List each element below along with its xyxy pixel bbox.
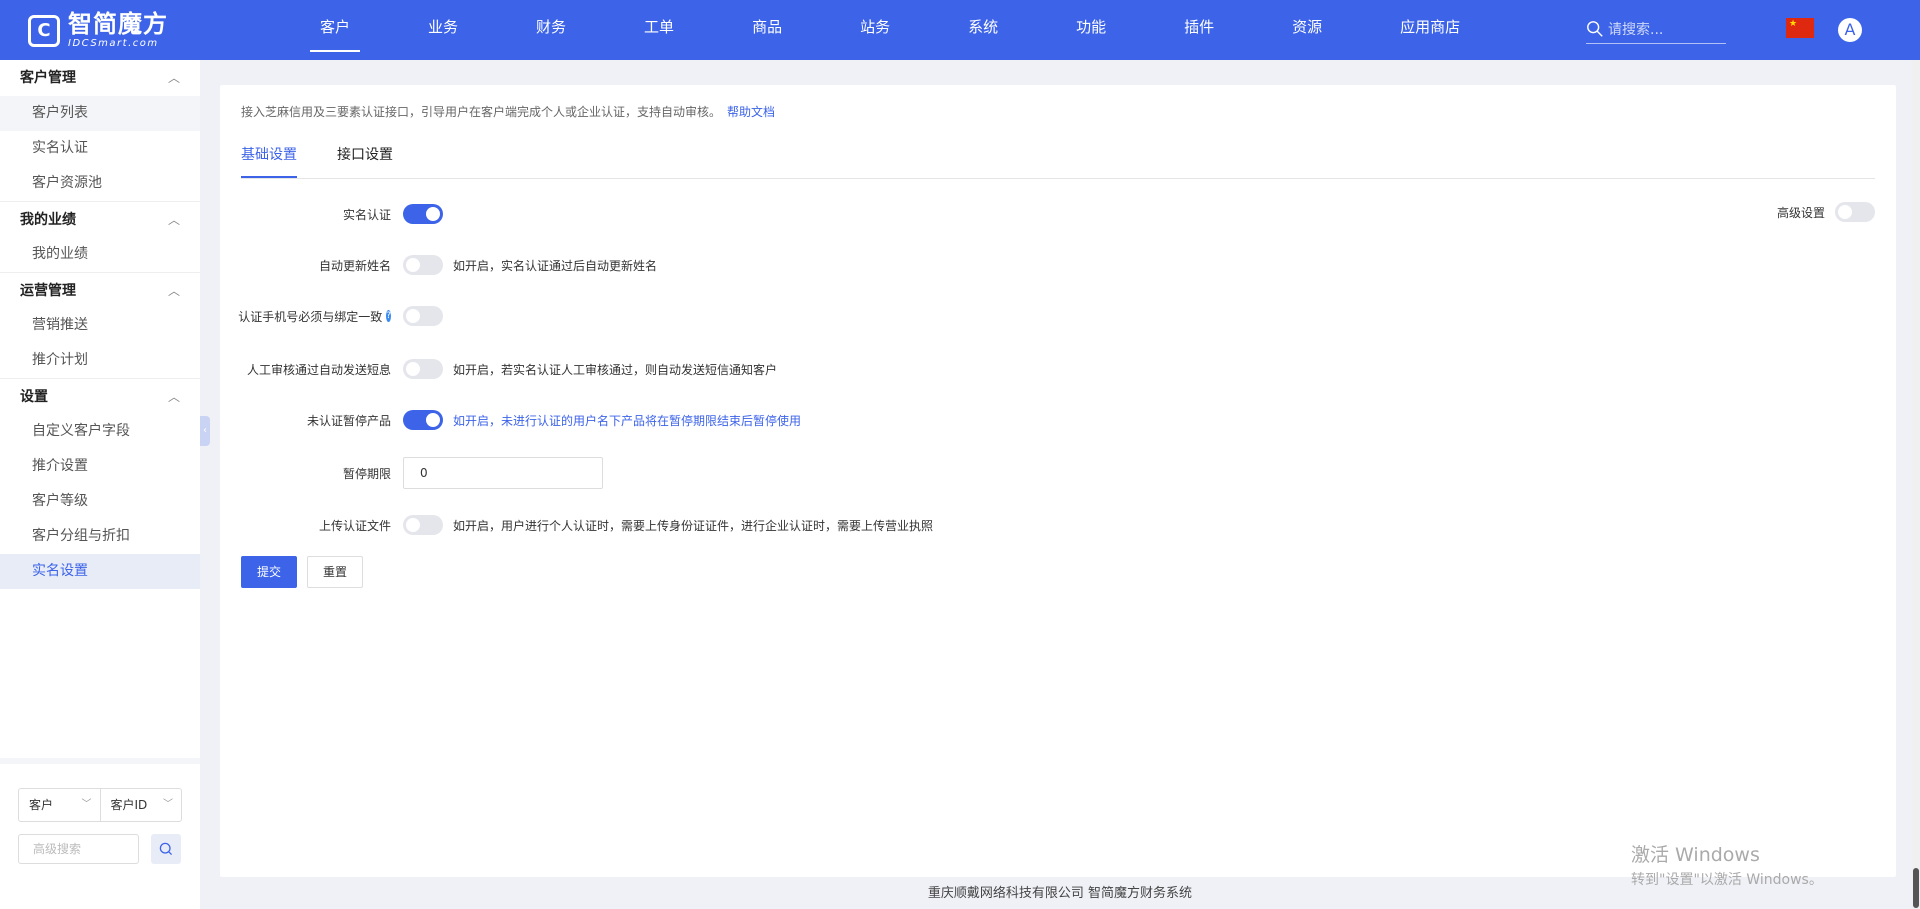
chevron-down-icon: ﹀ — [163, 799, 173, 810]
nav-item-function[interactable]: 功能 — [1066, 0, 1116, 60]
sidebar-item-real-name-settings[interactable]: 实名设置 — [0, 554, 200, 589]
logo-en-text: IDCSmart.com — [68, 38, 159, 49]
intro-text: 接入芝麻信用及三要素认证接口，引导用户在客户端完成个人或企业认证，支持自动审核。… — [241, 105, 776, 119]
chevron-up-icon: ︿ — [167, 71, 180, 85]
advanced-settings-label: 高级设置 — [1776, 205, 1825, 220]
avatar[interactable]: A — [1838, 18, 1862, 42]
row-suspend-product: 未认证暂停产品 如开启，未进行认证的用户名下产品将在暂停期限结束后暂停使用 — [241, 408, 801, 432]
reset-button[interactable]: 重置 — [307, 556, 363, 588]
sidebar-group-performance[interactable]: 我的业绩 ︿ — [0, 201, 200, 237]
help-question-icon[interactable]: ? — [386, 310, 391, 322]
auto-update-hint: 如开启，实名认证通过后自动更新姓名 — [453, 258, 658, 273]
sidebar-item-customer-level[interactable]: 客户等级 — [0, 484, 200, 519]
nav-item-business[interactable]: 业务 — [418, 0, 468, 60]
search-field-select[interactable]: 客户ID ﹀ — [99, 789, 182, 821]
main-nav: 客户 业务 财务 工单 商品 站务 系统 功能 插件 资源 应用商店 — [310, 0, 1528, 60]
sidebar-item-custom-fields[interactable]: 自定义客户字段 — [0, 414, 200, 449]
sidebar: 客户管理 ︿ 客户列表 实名认证 客户资源池 我的业绩 ︿ 我的业绩 运营管理 ︿ 营… — [0, 60, 200, 909]
search-select-row: 客户 ﹀ 客户ID ﹀ — [18, 788, 182, 822]
sidebar-item-group-discount[interactable]: 客户分组与折扣 — [0, 519, 200, 554]
sidebar-item-my-performance[interactable]: 我的业绩 — [0, 237, 200, 272]
sidebar-search-panel: 客户 ﹀ 客户ID ﹀ 高级搜索 — [0, 758, 200, 909]
advanced-settings: 高级设置 — [1777, 202, 1875, 222]
row-sms-notify: 人工审核通过自动发送短息 如开启，若实名认证人工审核通过，则自动发送短信通知客户 — [241, 357, 777, 381]
row-suspend-period: 暂停期限 0 — [241, 457, 603, 489]
tab-interface-settings[interactable]: 接口设置 — [337, 145, 393, 178]
upload-label: 上传认证文件 — [318, 518, 391, 533]
windows-activation-watermark: 激活 Windows 转到"设置"以激活 Windows。 — [1631, 844, 1823, 888]
sidebar-item-marketing-push[interactable]: 营销推送 — [0, 308, 200, 343]
logo-cn-text: 智简魔方 — [68, 10, 168, 38]
sidebar-item-referral-plan[interactable]: 推介计划 — [0, 343, 200, 378]
chevron-up-icon: ︿ — [167, 213, 180, 227]
nav-item-system[interactable]: 系统 — [958, 0, 1008, 60]
nav-item-customer[interactable]: 客户 — [310, 0, 361, 60]
sidebar-item-real-name-auth[interactable]: 实名认证 — [0, 131, 200, 166]
sidebar-item-customer-list[interactable]: 客户列表 — [0, 96, 200, 131]
suspend-period-input[interactable]: 0 — [403, 457, 603, 489]
nav-item-app-store[interactable]: 应用商店 — [1390, 0, 1470, 60]
nav-item-goods[interactable]: 商品 — [742, 0, 792, 60]
sidebar-group-settings[interactable]: 设置 ︿ — [0, 378, 200, 414]
sidebar-item-customer-pool[interactable]: 客户资源池 — [0, 166, 200, 201]
advanced-search-button[interactable] — [151, 834, 181, 864]
top-navbar: C 智简魔方 IDCSmart.com 客户 业务 财务 工单 商品 站务 系统… — [0, 0, 1920, 60]
suspend-label: 未认证暂停产品 — [306, 413, 391, 428]
submit-button[interactable]: 提交 — [241, 556, 297, 588]
nav-item-resource[interactable]: 资源 — [1282, 0, 1332, 60]
sms-hint: 如开启，若实名认证人工审核通过，则自动发送短信通知客户 — [453, 362, 778, 377]
phone-match-label: 认证手机号必须与绑定一致? — [238, 309, 391, 324]
row-real-name: 实名认证 — [241, 202, 453, 226]
page-scrollbar[interactable] — [1912, 60, 1920, 909]
logo[interactable]: C 智简魔方 IDCSmart.com — [28, 12, 168, 49]
sidebar-item-referral-settings[interactable]: 推介设置 — [0, 449, 200, 484]
suspend-hint: 如开启，未进行认证的用户名下产品将在暂停期限结束后暂停使用 — [453, 413, 802, 428]
china-flag-icon[interactable]: ★ — [1786, 18, 1814, 38]
search-type-select[interactable]: 客户 ﹀ — [19, 789, 100, 821]
upload-hint: 如开启，用户进行个人认证时，需要上传身份证证件，进行企业认证时，需要上传营业执照 — [453, 518, 934, 533]
chevron-up-icon: ︿ — [167, 284, 180, 298]
auto-update-toggle[interactable] — [403, 255, 443, 275]
chevron-up-icon: ︿ — [167, 390, 180, 404]
nav-item-site[interactable]: 站务 — [850, 0, 900, 60]
sms-toggle[interactable] — [403, 359, 443, 379]
row-phone-match: 认证手机号必须与绑定一致? — [238, 304, 453, 328]
phone-match-toggle[interactable] — [403, 306, 443, 326]
settings-tabs: 基础设置 接口设置 — [241, 145, 1875, 179]
help-doc-link[interactable]: 帮助文档 — [727, 105, 775, 119]
logo-mark-icon: C — [28, 14, 60, 47]
sidebar-group-operations[interactable]: 运营管理 ︿ — [0, 272, 200, 308]
global-search[interactable]: 请搜索... — [1586, 14, 1726, 44]
suspend-toggle[interactable] — [403, 410, 443, 430]
advanced-search-input[interactable]: 高级搜索 — [18, 834, 139, 864]
real-name-label: 实名认证 — [342, 207, 391, 222]
nav-item-plugin[interactable]: 插件 — [1174, 0, 1224, 60]
search-icon — [159, 842, 173, 856]
advanced-settings-toggle[interactable] — [1835, 202, 1875, 222]
period-label: 暂停期限 — [342, 466, 391, 481]
real-name-toggle[interactable] — [403, 204, 443, 224]
nav-item-ticket[interactable]: 工单 — [634, 0, 684, 60]
auto-update-label: 自动更新姓名 — [318, 258, 391, 273]
search-placeholder: 请搜索... — [1608, 21, 1664, 38]
search-icon — [1587, 20, 1603, 37]
settings-card: 接入芝麻信用及三要素认证接口，引导用户在客户端完成个人或企业认证，支持自动审核。… — [220, 85, 1896, 877]
row-upload-docs: 上传认证文件 如开启，用户进行个人认证时，需要上传身份证证件，进行企业认证时，需… — [241, 513, 933, 537]
row-auto-update-name: 自动更新姓名 如开启，实名认证通过后自动更新姓名 — [241, 253, 657, 277]
sidebar-collapse-handle[interactable]: ‹ — [200, 416, 210, 446]
sms-label: 人工审核通过自动发送短息 — [246, 362, 391, 377]
scrollbar-thumb[interactable] — [1913, 868, 1919, 908]
upload-toggle[interactable] — [403, 515, 443, 535]
chevron-down-icon: ﹀ — [81, 799, 92, 810]
nav-item-finance[interactable]: 财务 — [526, 0, 576, 60]
sidebar-group-customer-mgmt[interactable]: 客户管理 ︿ — [0, 60, 200, 96]
tab-basic-settings[interactable]: 基础设置 — [241, 145, 297, 178]
